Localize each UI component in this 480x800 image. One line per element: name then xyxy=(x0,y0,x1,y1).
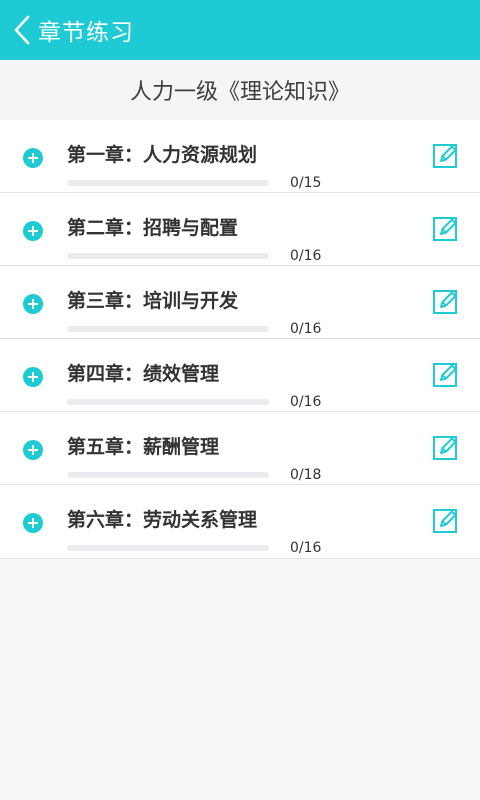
expand-plus-icon[interactable] xyxy=(23,440,43,460)
chapter-row[interactable]: 第四章：绩效管理 0/16 xyxy=(0,339,480,412)
edit-icon[interactable] xyxy=(432,215,460,243)
expand-plus-icon[interactable] xyxy=(23,148,43,168)
chapter-title: 第六章：劳动关系管理 xyxy=(67,509,258,531)
chapter-title: 第二章：招聘与配置 xyxy=(67,217,239,239)
chapter-row[interactable]: 第三章：培训与开发 0/16 xyxy=(0,266,480,339)
chapter-list: 第一章：人力资源规划 0/15 第二章：招聘与配置 0/16 第三章：培训与开发… xyxy=(0,120,480,559)
chapter-progress-bar xyxy=(67,545,269,551)
app-screen: 章节练习 人力一级《理论知识》 第一章：人力资源规划 0/15 第二章：招聘与配… xyxy=(0,0,480,800)
chapter-progress-count: 0/15 xyxy=(290,175,322,191)
expand-plus-icon[interactable] xyxy=(23,221,43,241)
chevron-left-icon xyxy=(14,15,30,45)
edit-icon[interactable] xyxy=(432,142,460,170)
course-title: 人力一级《理论知识》 xyxy=(0,60,480,120)
chapter-title: 第一章：人力资源规划 xyxy=(67,144,258,166)
chapter-row[interactable]: 第五章：薪酬管理 0/18 xyxy=(0,412,480,485)
chapter-progress-bar xyxy=(67,472,269,478)
edit-icon[interactable] xyxy=(432,507,460,535)
chapter-title: 第三章：培训与开发 xyxy=(67,290,239,312)
chapter-progress-count: 0/16 xyxy=(290,248,322,264)
chapter-progress-bar xyxy=(67,180,269,186)
expand-plus-icon[interactable] xyxy=(23,367,43,387)
edit-icon[interactable] xyxy=(432,361,460,389)
page-title: 章节练习 xyxy=(38,20,134,46)
chapter-progress-bar xyxy=(67,326,269,332)
expand-plus-icon[interactable] xyxy=(23,294,43,314)
chapter-row[interactable]: 第一章：人力资源规划 0/15 xyxy=(0,120,480,193)
chapter-row[interactable]: 第二章：招聘与配置 0/16 xyxy=(0,193,480,266)
back-button[interactable] xyxy=(0,0,30,60)
chapter-title: 第五章：薪酬管理 xyxy=(67,436,220,458)
chapter-progress-bar xyxy=(67,399,269,405)
edit-icon[interactable] xyxy=(432,434,460,462)
chapter-progress-bar xyxy=(67,253,269,259)
top-bar: 章节练习 xyxy=(0,0,480,60)
edit-icon[interactable] xyxy=(432,288,460,316)
chapter-progress-count: 0/16 xyxy=(290,394,322,410)
chapter-row[interactable]: 第六章：劳动关系管理 0/16 xyxy=(0,485,480,559)
chapter-progress-count: 0/18 xyxy=(290,467,322,483)
chapter-progress-count: 0/16 xyxy=(290,321,322,337)
chapter-title: 第四章：绩效管理 xyxy=(67,363,220,385)
expand-plus-icon[interactable] xyxy=(23,513,43,533)
chapter-progress-count: 0/16 xyxy=(290,540,322,556)
